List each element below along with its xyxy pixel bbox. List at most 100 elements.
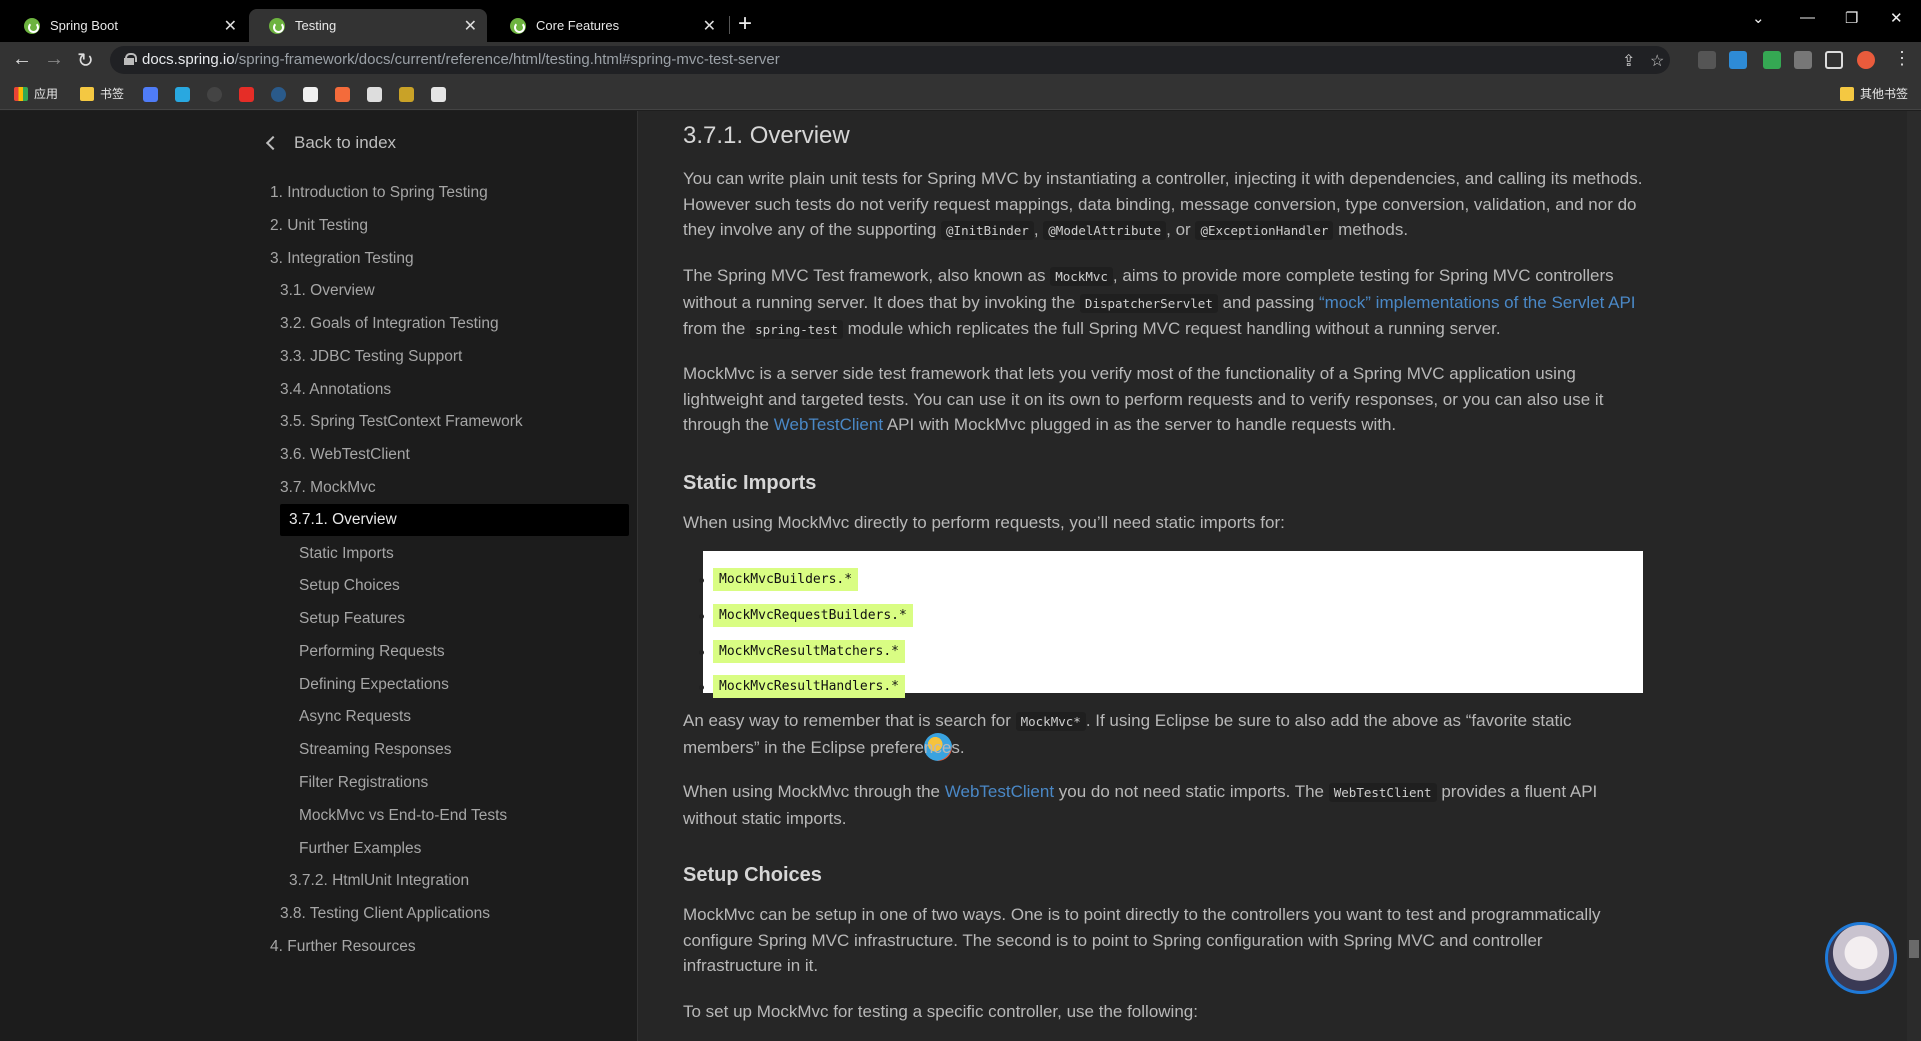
tab-spring-boot[interactable]: Spring Boot ✕ <box>4 9 247 42</box>
scrollbar[interactable] <box>1907 111 1921 1041</box>
bookmark-folder[interactable]: 书签 <box>80 85 124 102</box>
gmail-icon[interactable] <box>431 87 446 102</box>
menu-icon[interactable]: ⋮ <box>1893 48 1911 69</box>
paragraph: The Spring MVC Test framework, also know… <box>683 266 1636 339</box>
side-panel-icon[interactable] <box>1825 51 1843 69</box>
tab-divider <box>729 16 730 34</box>
toc-item[interactable]: Async Requests <box>299 708 411 726</box>
assistant-avatar[interactable] <box>1825 922 1897 994</box>
bookmark-icon[interactable] <box>143 87 158 102</box>
extension-icon[interactable] <box>1729 51 1747 69</box>
toc-item[interactable]: 3. Integration Testing <box>270 250 414 268</box>
close-icon[interactable]: ✕ <box>224 16 237 36</box>
toc-item[interactable]: 3.7. MockMvc <box>280 479 376 497</box>
bilibili-icon[interactable] <box>175 87 190 102</box>
new-tab-icon[interactable]: + <box>738 10 752 38</box>
address-bar[interactable]: docs.spring.io/spring-framework/docs/cur… <box>110 46 1670 74</box>
chevron-left-icon <box>265 135 281 151</box>
gitee-icon[interactable] <box>239 87 254 102</box>
tab-bar: Spring Boot ✕ Testing ✕ Core Features ✕ … <box>0 0 1921 42</box>
toc-item[interactable]: Further Examples <box>299 840 421 858</box>
section-title: 3.7.1. Overview <box>683 122 850 149</box>
tab-core-features[interactable]: Core Features ✕ <box>490 9 726 42</box>
bookmark-icon[interactable] <box>399 87 414 102</box>
list-item: MockMvcResultHandlers.* <box>699 675 906 698</box>
bookmark-icon[interactable] <box>271 87 286 102</box>
static-imports-list: MockMvcBuilders.* MockMvcRequestBuilders… <box>699 551 1643 698</box>
toc-item[interactable]: Setup Choices <box>299 577 400 595</box>
toc-item[interactable]: Setup Features <box>299 610 405 628</box>
toc-item[interactable]: 4. Further Resources <box>270 938 416 956</box>
tab-title: Spring Boot <box>50 18 118 33</box>
back-arrow-icon[interactable]: ← <box>12 48 32 71</box>
paragraph: MockMvc can be setup in one of two ways.… <box>683 905 1601 975</box>
webtestclient-link[interactable]: WebTestClient <box>945 782 1054 801</box>
toc-item[interactable]: 3.4. Annotations <box>280 381 391 399</box>
window-close-icon[interactable]: ✕ <box>1890 9 1903 27</box>
extension-icon[interactable] <box>1698 51 1716 69</box>
toc-sidebar: Back to index 1. Introduction to Spring … <box>0 111 638 1041</box>
spring-leaf-icon <box>510 17 526 34</box>
toc-item[interactable]: 3.6. WebTestClient <box>280 446 410 464</box>
toc-item[interactable]: Static Imports <box>299 545 394 563</box>
lock-icon[interactable] <box>124 53 137 65</box>
paragraph: When using MockMvc directly to perform r… <box>683 513 1285 532</box>
toc-item[interactable]: 3.3. JDBC Testing Support <box>280 348 462 366</box>
forward-arrow-icon[interactable]: → <box>44 48 64 71</box>
toc-item[interactable]: 3.2. Goals of Integration Testing <box>280 315 499 333</box>
section-heading: Setup Choices <box>683 864 822 886</box>
minimize-icon[interactable]: — <box>1800 9 1815 26</box>
back-to-index-link[interactable]: Back to index <box>265 133 396 153</box>
bookmark-icon[interactable] <box>303 87 318 102</box>
apps-grid-icon <box>14 86 28 101</box>
bookmark-other[interactable]: 其他书签 <box>1840 85 1908 102</box>
list-item: MockMvcResultMatchers.* <box>699 640 906 663</box>
bookmark-apps[interactable]: 应用 <box>14 85 58 102</box>
reload-icon[interactable]: ↻ <box>77 48 94 73</box>
spring-leaf-icon <box>269 17 285 34</box>
url-text[interactable]: docs.spring.io/spring-framework/docs/cur… <box>142 51 780 68</box>
github-icon[interactable] <box>207 87 222 102</box>
paragraph: You can write plain unit tests for Sprin… <box>683 169 1643 240</box>
extension-icon[interactable] <box>1763 51 1781 69</box>
close-icon[interactable]: ✕ <box>464 16 477 36</box>
tab-title: Core Features <box>536 18 620 33</box>
bookmarks-bar: 应用 书签 其他书签 <box>0 78 1921 110</box>
paragraph: When using MockMvc through the WebTestCl… <box>683 782 1598 828</box>
page: Back to index 1. Introduction to Spring … <box>0 111 1921 1041</box>
puzzle-icon[interactable] <box>1794 51 1812 69</box>
list-item: MockMvcBuilders.* <box>699 568 859 591</box>
toc-item[interactable]: 2. Unit Testing <box>270 217 368 235</box>
folder-icon <box>80 86 94 101</box>
star-icon[interactable]: ☆ <box>1650 51 1664 71</box>
toc-item[interactable]: Filter Registrations <box>299 774 428 792</box>
toc-item[interactable]: 3.1. Overview <box>280 282 375 300</box>
tab-search-icon[interactable]: ⌄ <box>1752 9 1765 27</box>
toc-item[interactable]: 3.8. Testing Client Applications <box>280 905 490 923</box>
paragraph: An easy way to remember that is search f… <box>683 711 1572 757</box>
toc-item[interactable]: 1. Introduction to Spring Testing <box>270 184 488 202</box>
toc-item[interactable]: Defining Expectations <box>299 676 449 694</box>
toc-item-active[interactable]: 3.7.1. Overview <box>280 504 629 536</box>
avatar[interactable] <box>1857 51 1875 69</box>
restore-icon[interactable]: ❐ <box>1845 9 1858 27</box>
toc-item[interactable]: MockMvc vs End-to-End Tests <box>299 807 507 825</box>
toc-item[interactable]: 3.7.2. HtmlUnit Integration <box>289 872 469 890</box>
paragraph: To set up MockMvc for testing a specific… <box>683 1002 1198 1021</box>
section-heading: Static Imports <box>683 472 817 494</box>
servlet-api-mock-link[interactable]: “mock” implementations of the Servlet AP… <box>1319 293 1636 312</box>
close-icon[interactable]: ✕ <box>703 16 716 36</box>
bookmark-icon[interactable] <box>367 87 382 102</box>
spring-leaf-icon <box>24 17 40 34</box>
scrollbar-thumb[interactable] <box>1909 940 1919 958</box>
folder-icon <box>1840 86 1854 101</box>
bookmark-icon[interactable] <box>335 87 350 102</box>
webtestclient-link[interactable]: WebTestClient <box>774 415 883 434</box>
paragraph: MockMvc is a server side test framework … <box>683 364 1604 434</box>
tab-testing[interactable]: Testing ✕ <box>249 9 487 42</box>
toc-item[interactable]: Performing Requests <box>299 643 445 661</box>
toc-item[interactable]: Streaming Responses <box>299 741 452 759</box>
share-icon[interactable]: ⇪ <box>1622 51 1635 71</box>
toc-item[interactable]: 3.5. Spring TestContext Framework <box>280 413 523 431</box>
toolbar: ← → ↻ docs.spring.io/spring-framework/do… <box>0 42 1921 78</box>
